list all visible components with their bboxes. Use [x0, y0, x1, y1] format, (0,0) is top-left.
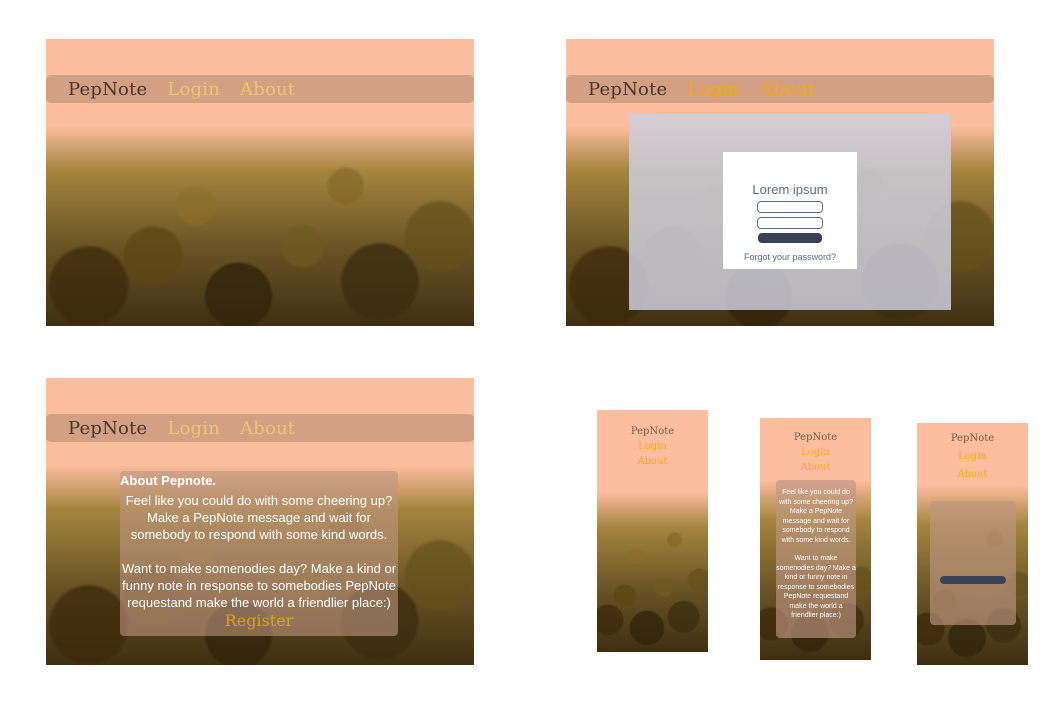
mobile-navbar: PepNote Login About	[597, 424, 708, 469]
nav-login-link[interactable]: Login	[917, 449, 1028, 464]
navbar: PepNote Login About	[566, 75, 994, 103]
about-paragraph-1: Feel like you could do with some cheerin…	[779, 489, 853, 544]
about-paragraph-1: Feel like you could do with some cheerin…	[125, 493, 393, 542]
nav-login-link[interactable]: Login	[687, 79, 740, 100]
crowd-photo	[597, 492, 708, 652]
nav-about-link[interactable]: About	[760, 79, 815, 100]
nav-about-link[interactable]: About	[597, 454, 708, 469]
sign-in-button[interactable]	[758, 233, 822, 243]
brand-logo[interactable]: PepNote	[760, 430, 871, 445]
nav-login-link[interactable]: Login	[597, 439, 708, 454]
username-field[interactable]	[757, 201, 823, 213]
login-title: Lorem ipsum	[752, 182, 828, 197]
about-panel: About Pepnote. Feel like you could do wi…	[120, 471, 398, 636]
login-overlay	[930, 501, 1016, 625]
sign-in-button[interactable]	[940, 576, 1006, 584]
about-paragraph-2: Want to make somenodies day? Make a kind…	[121, 561, 397, 610]
login-overlay: Lorem ipsum Forgot your password?	[629, 113, 951, 310]
mobile-navbar: PepNote Login About	[917, 431, 1028, 482]
mobile-home: PepNote Login About	[597, 410, 708, 652]
brand-logo[interactable]: PepNote	[588, 79, 667, 100]
about-panel: Feel like you could do with some cheerin…	[776, 480, 856, 638]
brand-logo[interactable]: PepNote	[68, 79, 147, 100]
nav-login-link[interactable]: Login	[167, 79, 220, 100]
nav-about-link[interactable]: About	[917, 467, 1028, 482]
nav-about-link[interactable]: About	[760, 460, 871, 475]
mockup-home: PepNote Login About	[46, 39, 474, 326]
navbar: PepNote Login About	[46, 75, 474, 103]
brand-logo[interactable]: PepNote	[917, 431, 1028, 446]
mockup-login: PepNote Login About Lorem ipsum Forgot y…	[566, 39, 994, 326]
login-card: Lorem ipsum Forgot your password?	[723, 152, 857, 269]
password-field[interactable]	[757, 217, 823, 229]
nav-login-link[interactable]: Login	[167, 418, 220, 439]
register-button[interactable]: Register	[120, 611, 398, 630]
mobile-navbar: PepNote Login About	[760, 430, 871, 475]
nav-about-link[interactable]: About	[240, 79, 295, 100]
mobile-about: PepNote Login About Feel like you could …	[760, 418, 871, 660]
mobile-login: PepNote Login About	[917, 423, 1028, 665]
navbar: PepNote Login About	[46, 414, 474, 442]
brand-logo[interactable]: PepNote	[68, 418, 147, 439]
mockup-about: PepNote Login About About Pepnote. Feel …	[46, 378, 474, 665]
nav-about-link[interactable]: About	[240, 418, 295, 439]
crowd-photo	[46, 126, 474, 326]
about-paragraph-2: Want to make somenodies day? Make a kind…	[776, 555, 856, 619]
nav-login-link[interactable]: Login	[760, 445, 871, 460]
about-title: About Pepnote.	[120, 473, 217, 488]
forgot-password-link[interactable]: Forgot your password?	[723, 252, 857, 262]
brand-logo[interactable]: PepNote	[597, 424, 708, 439]
